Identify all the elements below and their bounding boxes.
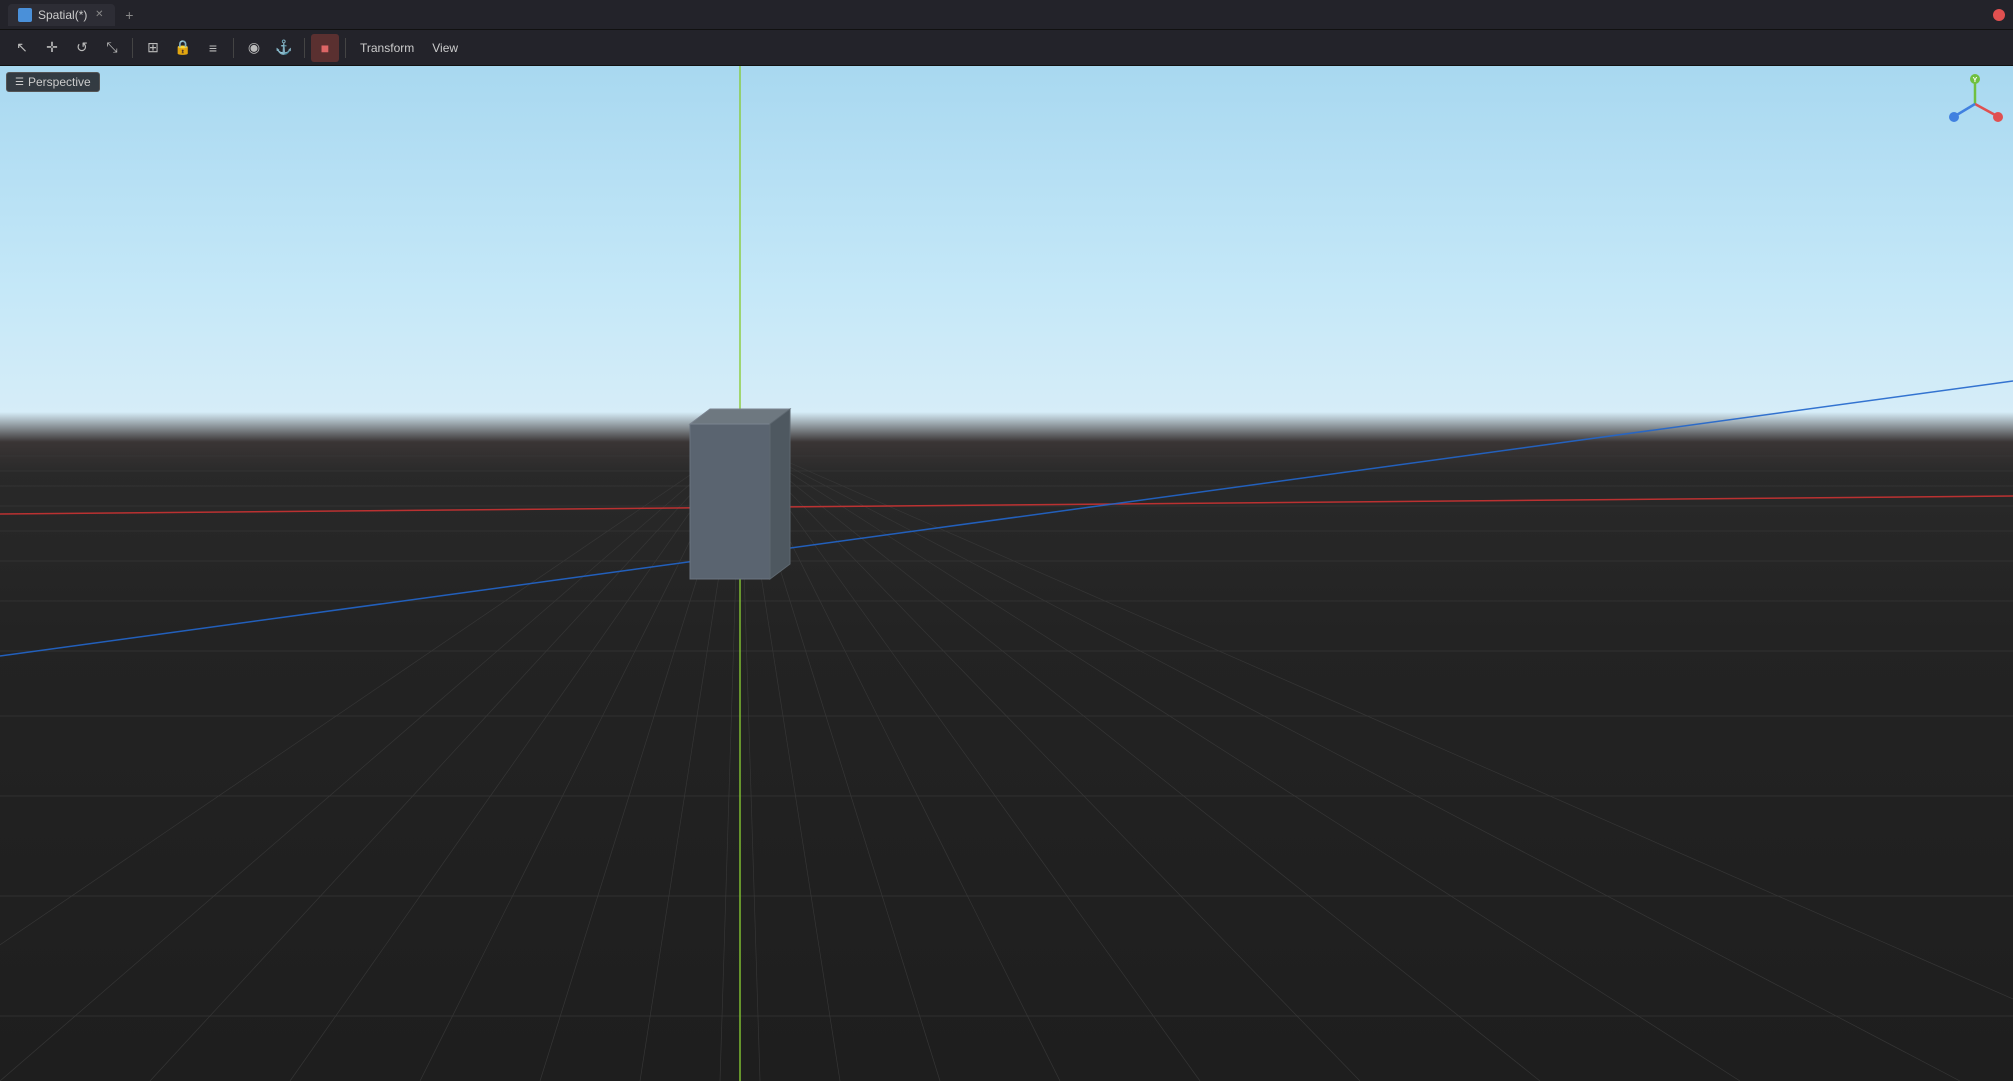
svg-text:Y: Y xyxy=(1973,77,1978,84)
align-tool[interactable]: ≡ xyxy=(199,34,227,62)
scale-tool[interactable]: ⤡ xyxy=(98,34,126,62)
toolbar-separator-1 xyxy=(132,38,133,58)
toolbar-separator-4 xyxy=(345,38,346,58)
view-menu[interactable]: View xyxy=(424,37,466,59)
titlebar: Spatial(*) ✕ + xyxy=(0,0,2013,30)
orientation-gizmo[interactable]: Y xyxy=(1945,74,2005,134)
add-tab-button[interactable]: + xyxy=(119,5,139,25)
grid-snap-tool[interactable]: ⊞ xyxy=(139,34,167,62)
hamburger-icon: ☰ xyxy=(15,77,24,88)
window-controls xyxy=(1993,9,2005,21)
maximize-button[interactable] xyxy=(1993,9,2005,21)
perspective-text: Perspective xyxy=(28,75,91,89)
tab-label: Spatial(*) xyxy=(38,8,87,22)
move-tool[interactable]: ✛ xyxy=(38,34,66,62)
toolbar: ↖ ✛ ↺ ⤡ ⊞ 🔒 ≡ ◉ ⚓ ■ Transform View xyxy=(0,30,2013,66)
extra-button[interactable]: ■ xyxy=(311,34,339,62)
tab-close-button[interactable]: ✕ xyxy=(93,9,105,21)
perspective-label[interactable]: ☰ Perspective xyxy=(6,72,100,92)
scene-svg xyxy=(0,66,2013,1081)
transform-menu[interactable]: Transform xyxy=(352,37,422,59)
tab-icon xyxy=(18,8,32,22)
lock-tool[interactable]: 🔒 xyxy=(169,34,197,62)
toolbar-separator-3 xyxy=(304,38,305,58)
anchor-tool[interactable]: ⚓ xyxy=(270,34,298,62)
spatial-tab[interactable]: Spatial(*) ✕ xyxy=(8,4,115,26)
viewport[interactable]: ☰ Perspective Y xyxy=(0,66,2013,1081)
sphere-tool[interactable]: ◉ xyxy=(240,34,268,62)
toolbar-separator-2 xyxy=(233,38,234,58)
rotate-tool[interactable]: ↺ xyxy=(68,34,96,62)
select-tool[interactable]: ↖ xyxy=(8,34,36,62)
